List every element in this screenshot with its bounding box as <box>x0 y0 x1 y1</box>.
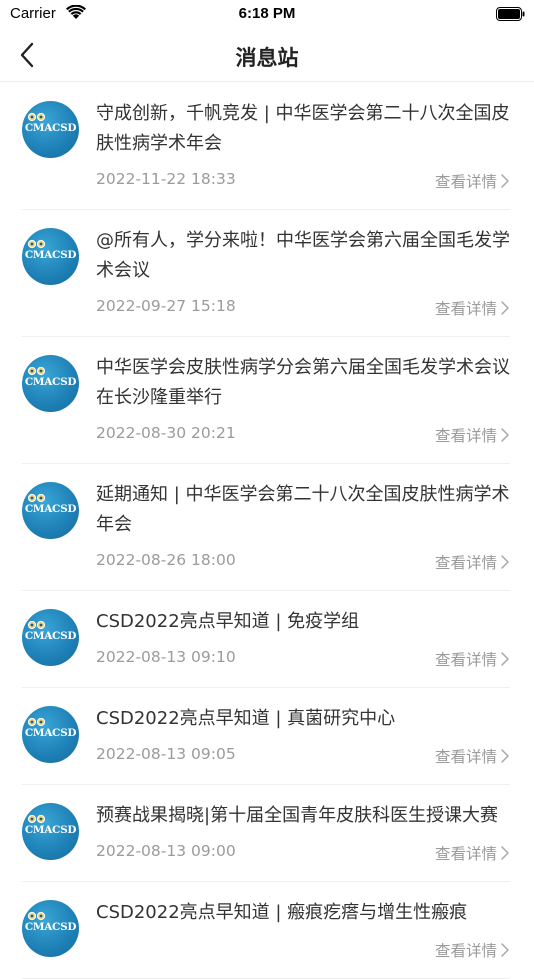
page-title: 消息站 <box>235 46 299 70</box>
avatar-logo-text: CMACSD <box>24 727 77 739</box>
avatar: CMACSD <box>22 706 79 763</box>
view-details-link[interactable]: 查看详情 <box>435 648 510 670</box>
avatar: CMACSD <box>22 900 79 957</box>
message-list: CMACSD 守成创新，千帆竞发 | 中华医学会第二十八次全国皮肤性病学术年会 … <box>0 83 534 979</box>
list-item-2[interactable]: CMACSD 中华医学会皮肤性病学分会第六届全国毛发学术会议在长沙隆重举行 20… <box>22 337 510 464</box>
avatar-logo-text: CMACSD <box>24 376 77 388</box>
view-details-label: 查看详情 <box>434 173 497 191</box>
item-headline: 中华医学会皮肤性病学分会第六届全国毛发学术会议在长沙隆重举行 <box>96 357 510 408</box>
avatar-logo-text: CMACSD <box>24 249 77 261</box>
item-headline: @所有人，学分来啦！中华医学会第六届全国毛发学术会议 <box>96 230 510 281</box>
chevron-right-icon <box>501 428 509 442</box>
avatar-logo-text: CMACSD <box>24 122 77 134</box>
status-time: 6:18 PM <box>238 5 296 22</box>
avatar-logo-text: CMACSD <box>24 630 77 642</box>
view-details-label: 查看详情 <box>434 651 497 669</box>
view-details-label: 查看详情 <box>434 748 497 766</box>
view-details-label: 查看详情 <box>434 845 497 863</box>
list-item-7[interactable]: CMACSD CSD2022亮点早知道 | 瘢痕疙瘩与增生性瘢痕 查看详情 <box>22 882 510 979</box>
view-details-label: 查看详情 <box>434 300 497 318</box>
list-item-4[interactable]: CMACSD CSD2022亮点早知道 | 免疫学组 2022-08-13 09… <box>22 591 510 688</box>
item-headline: 守成创新，千帆竞发 | 中华医学会第二十八次全国皮肤性病学术年会 <box>96 103 510 154</box>
item-headline: 预赛战果揭晓|第十届全国青年皮肤科医生授课大赛 <box>96 805 499 826</box>
item-date: 2022-11-22 18:33 <box>96 170 236 188</box>
avatar-logo-text: CMACSD <box>24 921 77 933</box>
avatar-logo-text: CMACSD <box>24 824 77 836</box>
chevron-right-icon <box>501 943 509 957</box>
item-headline: CSD2022亮点早知道 | 免疫学组 <box>96 611 360 632</box>
item-date: 2022-08-13 09:00 <box>96 842 236 860</box>
logo-eyes-icon <box>27 112 46 122</box>
chevron-right-icon <box>501 749 509 763</box>
avatar: CMACSD <box>22 101 79 158</box>
view-details-label: 查看详情 <box>434 554 497 572</box>
list-item-0[interactable]: CMACSD 守成创新，千帆竞发 | 中华医学会第二十八次全国皮肤性病学术年会 … <box>22 83 510 210</box>
battery-icon <box>496 7 526 26</box>
list-item-3[interactable]: CMACSD 延期通知 | 中华医学会第二十八次全国皮肤性病学术年会 2022-… <box>22 464 510 591</box>
logo-eyes-icon <box>27 717 46 727</box>
avatar: CMACSD <box>22 803 79 860</box>
item-date: 2022-08-26 18:00 <box>96 551 236 569</box>
view-details-link[interactable]: 查看详情 <box>435 842 510 864</box>
view-details-label: 查看详情 <box>434 942 497 960</box>
logo-eyes-icon <box>27 814 46 824</box>
chevron-right-icon <box>501 555 509 569</box>
item-date: 2022-09-27 15:18 <box>96 297 236 315</box>
status-bar: Carrier 6:18 PM <box>0 0 534 28</box>
item-headline: CSD2022亮点早知道 | 真菌研究中心 <box>96 708 396 729</box>
view-details-link[interactable]: 查看详情 <box>435 551 510 573</box>
view-details-link[interactable]: 查看详情 <box>435 745 510 767</box>
list-item-6[interactable]: CMACSD 预赛战果揭晓|第十届全国青年皮肤科医生授课大赛 2022-08-1… <box>22 785 510 882</box>
avatar: CMACSD <box>22 228 79 285</box>
list-item-1[interactable]: CMACSD @所有人，学分来啦！中华医学会第六届全国毛发学术会议 2022-0… <box>22 210 510 337</box>
avatar: CMACSD <box>22 355 79 412</box>
item-date: 2022-08-13 09:10 <box>96 648 236 666</box>
avatar-logo-text: CMACSD <box>24 503 77 515</box>
view-details-link[interactable]: 查看详情 <box>435 939 510 961</box>
logo-eyes-icon <box>27 620 46 630</box>
view-details-link[interactable]: 查看详情 <box>435 297 510 319</box>
list-item-5[interactable]: CMACSD CSD2022亮点早知道 | 真菌研究中心 2022-08-13 … <box>22 688 510 785</box>
logo-eyes-icon <box>27 911 46 921</box>
item-date: 2022-08-30 20:21 <box>96 424 236 442</box>
view-details-link[interactable]: 查看详情 <box>435 424 510 446</box>
item-date: 2022-08-13 09:05 <box>96 745 236 763</box>
view-details-link[interactable]: 查看详情 <box>435 170 510 192</box>
view-details-label: 查看详情 <box>434 427 497 445</box>
item-headline: 延期通知 | 中华医学会第二十八次全国皮肤性病学术年会 <box>96 484 510 535</box>
item-headline: CSD2022亮点早知道 | 瘢痕疙瘩与增生性瘢痕 <box>96 902 468 923</box>
avatar: CMACSD <box>22 609 79 666</box>
logo-eyes-icon <box>27 239 46 249</box>
chevron-right-icon <box>501 174 509 188</box>
nav-bar: 消息站 <box>0 28 534 82</box>
chevron-right-icon <box>501 652 509 666</box>
logo-eyes-icon <box>27 493 46 503</box>
avatar: CMACSD <box>22 482 79 539</box>
logo-eyes-icon <box>27 366 46 376</box>
chevron-right-icon <box>501 301 509 315</box>
chevron-right-icon <box>501 846 509 860</box>
